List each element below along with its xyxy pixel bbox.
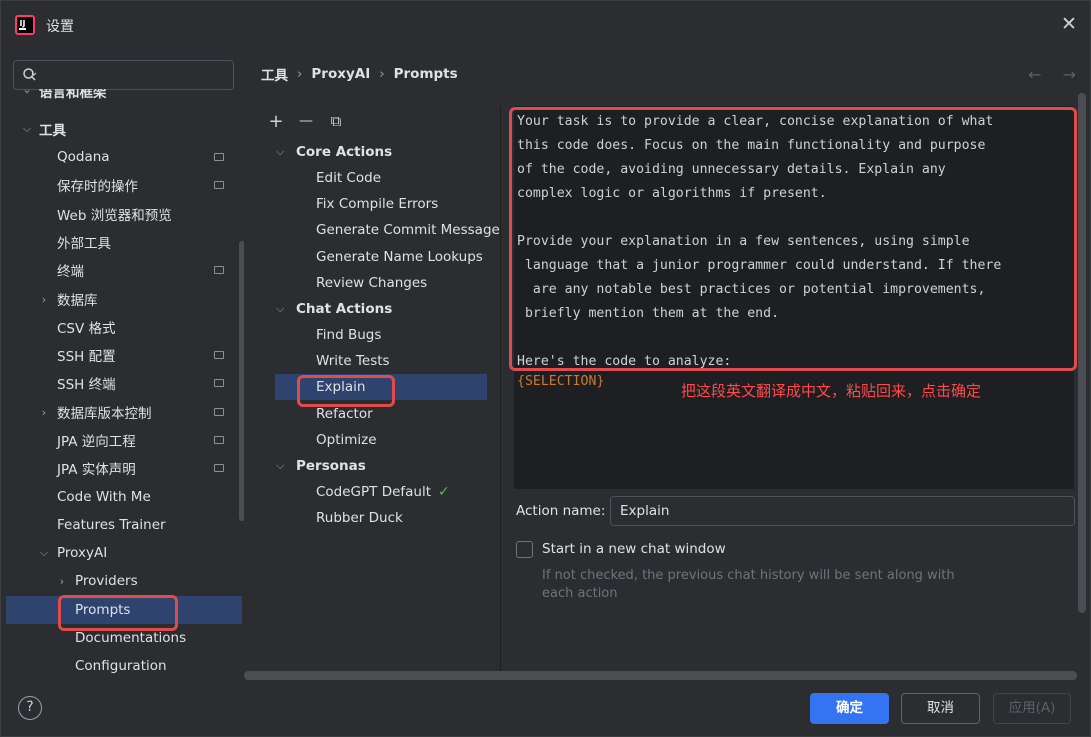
list-item-codegpt-default[interactable]: CodeGPT Default ✓: [316, 479, 450, 505]
checkmark-icon: ✓: [438, 484, 450, 500]
project-badge-icon: [214, 266, 224, 274]
list-item-edit-code[interactable]: Edit Code: [316, 165, 381, 191]
list-item-optimize[interactable]: Optimize: [316, 427, 377, 453]
tree-item-features-trainer[interactable]: Features Trainer: [6, 511, 242, 539]
search-input[interactable]: [44, 65, 229, 85]
tree-item-configuration[interactable]: Configuration: [6, 652, 242, 680]
list-item-refactor[interactable]: Refactor: [316, 401, 373, 427]
tree-item-database[interactable]: › 数据库: [6, 285, 242, 313]
tree-item-languages[interactable]: ⌄ 语言和框架: [6, 89, 242, 103]
settings-dialog: IJ 设置 ✕ ⌄ 语言和框架 ⌵ 工具 Qodana 保存时的操作 Web 浏…: [0, 0, 1091, 737]
project-badge-icon: [214, 436, 224, 444]
tree-item-jpa-entity[interactable]: JPA 实体声明: [6, 454, 242, 482]
tree-item-web-browsers[interactable]: Web 浏览器和预览: [6, 200, 242, 228]
help-button[interactable]: ?: [18, 696, 42, 720]
list-item-rubber-duck[interactable]: Rubber Duck: [316, 505, 403, 531]
tree-item-code-with-me[interactable]: Code With Me: [6, 483, 242, 511]
breadcrumb-separator-icon: ›: [297, 66, 303, 82]
chevron-right-icon: ›: [41, 292, 47, 306]
breadcrumb-prompts: Prompts: [393, 66, 458, 82]
group-core-actions[interactable]: ⌵ Core Actions: [276, 139, 392, 165]
prompt-actions-panel: + — ⧉ ⌵ Core Actions Edit Code Fix Compi…: [261, 106, 501, 674]
chevron-down-icon: ⌄: [22, 89, 32, 96]
group-personas[interactable]: ⌵ Personas: [276, 453, 366, 479]
svg-text:IJ: IJ: [20, 19, 26, 28]
list-item-generate-name-lookups[interactable]: Generate Name Lookups: [316, 244, 483, 270]
tree-item-providers[interactable]: › Providers: [6, 567, 242, 595]
history-navigation: ← →: [1028, 65, 1076, 84]
tree-item-csv[interactable]: CSV 格式: [6, 313, 242, 341]
new-chat-window-label[interactable]: Start in a new chat window: [542, 541, 726, 557]
project-badge-icon: [214, 408, 224, 416]
app-logo-icon: IJ: [15, 15, 35, 35]
apply-button[interactable]: 应用(A): [993, 693, 1071, 724]
project-badge-icon: [214, 464, 224, 472]
title-bar: IJ 设置 ✕: [1, 1, 1091, 49]
new-chat-window-checkbox[interactable]: [516, 541, 533, 558]
tree-item-prompts[interactable]: Prompts: [6, 596, 242, 624]
tree-item-external-tools[interactable]: 外部工具: [6, 228, 242, 256]
breadcrumb-tools[interactable]: 工具: [261, 64, 288, 84]
action-name-field[interactable]: [610, 496, 1075, 526]
chevron-right-icon: ›: [59, 574, 65, 588]
ok-button[interactable]: 确定: [810, 693, 889, 724]
group-chat-actions[interactable]: ⌵ Chat Actions: [276, 296, 392, 322]
forward-arrow-icon[interactable]: →: [1063, 65, 1076, 84]
project-badge-icon: [214, 181, 224, 189]
tree-scrollbar[interactable]: [239, 241, 244, 521]
chevron-down-icon: ⌵: [39, 546, 49, 559]
tree-item-documentations[interactable]: Documentations: [6, 624, 242, 652]
chevron-right-icon: ›: [41, 405, 47, 419]
project-badge-icon: [214, 379, 224, 387]
actions-toolbar: + — ⧉: [267, 110, 345, 132]
tree-item-qodana[interactable]: Qodana: [6, 143, 242, 171]
tree-item-ssh-config[interactable]: SSH 配置: [6, 341, 242, 369]
add-icon[interactable]: +: [267, 111, 285, 132]
new-chat-window-hint: If not checked, the previous chat histor…: [542, 568, 955, 601]
breadcrumb-separator-icon: ›: [379, 66, 385, 82]
list-item-explain[interactable]: Explain: [275, 374, 487, 400]
annotation-note: 把这段英文翻译成中文，粘贴回来，点击确定: [681, 382, 982, 400]
selection-placeholder: {SELECTION}: [517, 374, 605, 389]
prompt-editor[interactable]: Your task is to provide a clear, concise…: [514, 106, 1074, 489]
search-field[interactable]: [13, 60, 234, 90]
search-icon: [23, 68, 37, 81]
prompt-text[interactable]: Your task is to provide a clear, concise…: [517, 110, 1001, 374]
tree-item-ssh-terminal[interactable]: SSH 终端: [6, 369, 242, 397]
tree-item-actions-on-save[interactable]: 保存时的操作: [6, 171, 242, 199]
close-icon[interactable]: ✕: [1060, 15, 1078, 34]
breadcrumb: 工具 › ProxyAI › Prompts: [261, 63, 458, 85]
tree-item-terminal[interactable]: 终端: [6, 256, 242, 284]
tree-item-proxyai[interactable]: ⌵ ProxyAI: [6, 539, 242, 567]
back-arrow-icon[interactable]: ←: [1028, 65, 1041, 84]
breadcrumb-proxyai[interactable]: ProxyAI: [311, 66, 370, 82]
chevron-down-icon: ⌵: [276, 459, 285, 472]
list-item-fix-compile-errors[interactable]: Fix Compile Errors: [316, 191, 438, 217]
chevron-down-icon: ⌵: [276, 145, 285, 158]
remove-icon[interactable]: —: [297, 113, 315, 129]
copy-icon[interactable]: ⧉: [327, 112, 345, 130]
tree-item-jpa-reverse[interactable]: JPA 逆向工程: [6, 426, 242, 454]
list-item-generate-commit-message[interactable]: Generate Commit Message: [316, 217, 500, 243]
tree-item-tools[interactable]: ⌵ 工具: [6, 115, 242, 143]
action-name-label: Action name:: [516, 503, 606, 519]
chevron-down-icon: ⌵: [22, 122, 32, 135]
list-item-review-changes[interactable]: Review Changes: [316, 270, 427, 296]
horizontal-scrollbar[interactable]: [244, 671, 1077, 680]
cancel-button[interactable]: 取消: [901, 693, 980, 724]
tree-item-db-version-control[interactable]: › 数据库版本控制: [6, 398, 242, 426]
list-item-write-tests[interactable]: Write Tests: [316, 348, 390, 374]
project-badge-icon: [214, 153, 224, 161]
editor-scrollbar[interactable]: [1078, 93, 1086, 613]
window-title: 设置: [46, 19, 74, 35]
project-badge-icon: [214, 351, 224, 359]
settings-tree-panel: ⌄ 语言和框架 ⌵ 工具 Qodana 保存时的操作 Web 浏览器和预览 外部…: [6, 49, 244, 681]
chevron-down-icon: ⌵: [276, 302, 285, 315]
list-item-find-bugs[interactable]: Find Bugs: [316, 322, 381, 348]
